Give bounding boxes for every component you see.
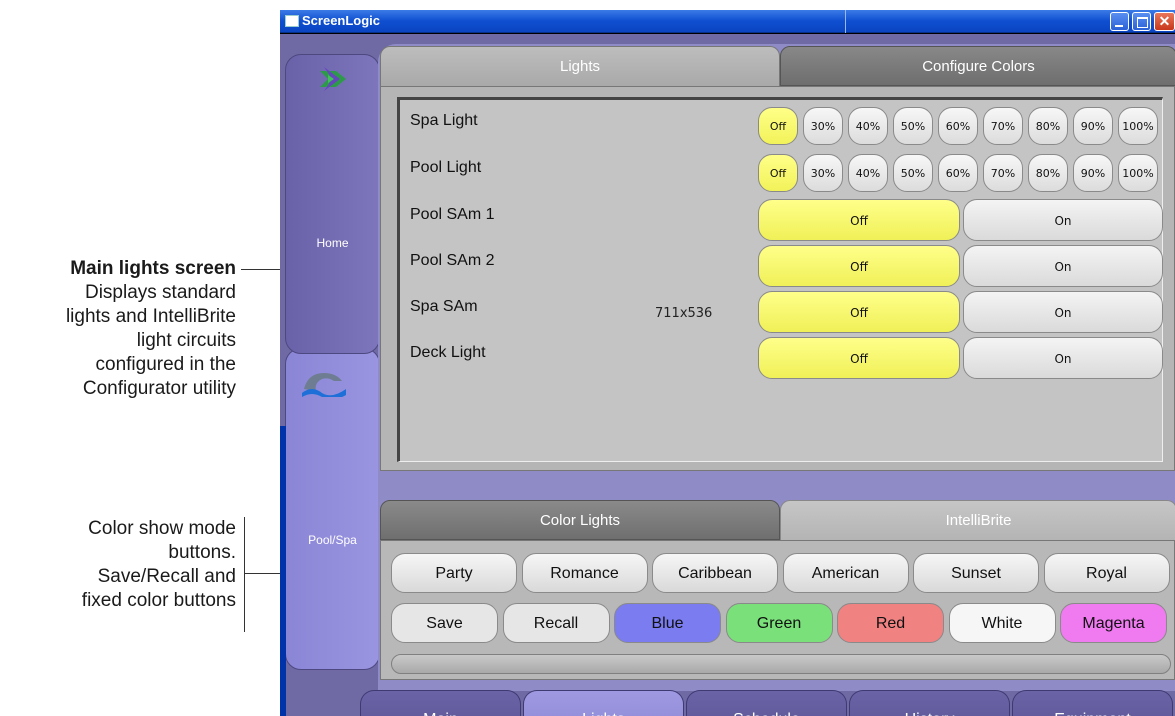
dimmer-button-off[interactable]: Off [758, 107, 798, 145]
tab-lights[interactable]: Lights [380, 46, 780, 86]
lights-panel: 711x536 Spa Light Off 30% 40% 50% 60% 70% 80% 90… [380, 86, 1175, 471]
annotation-line: buttons. [168, 542, 236, 563]
color-button-recall[interactable]: Recall [502, 603, 610, 643]
side-tab-label: Home [316, 236, 349, 250]
color-buttons-panel: Party Romance Caribbean American Sunset Royal… [380, 540, 1175, 680]
show-mode-button-party[interactable]: Party [391, 553, 517, 593]
app-icon [285, 15, 299, 27]
tab-configure-colors[interactable]: Configure Colors [780, 46, 1175, 86]
dimmer-button-80[interactable]: 80% [1028, 107, 1068, 145]
side-tab-home[interactable]: Home [285, 54, 380, 354]
nav-tab-schedule[interactable]: Schedule [686, 690, 847, 716]
light-name: Spa Light [410, 112, 478, 129]
dimmer-button-100[interactable]: 100% [1118, 107, 1158, 145]
home-arrow-icon [320, 67, 346, 91]
light-name: Pool SAm 1 [410, 206, 495, 223]
minimize-icon[interactable] [1110, 12, 1129, 31]
annotation-line: fixed color buttons [81, 590, 236, 611]
on-button[interactable]: On [963, 245, 1163, 287]
dimmer-button-40[interactable]: 40% [848, 154, 888, 192]
light-name: Spa SAm [410, 298, 478, 315]
show-mode-button-american[interactable]: American [782, 553, 909, 593]
side-tab-label: Pool/Spa [308, 533, 357, 547]
off-button[interactable]: Off [758, 291, 960, 333]
dimmer-button-off[interactable]: Off [758, 154, 798, 192]
tab-intellibrite[interactable]: IntelliBrite [780, 500, 1175, 540]
annotation-line: lights and IntelliBrite [65, 306, 236, 327]
nav-tab-history[interactable]: History [849, 690, 1010, 716]
on-button[interactable]: On [963, 291, 1163, 333]
dimmer-button-80[interactable]: 80% [1028, 154, 1068, 192]
color-button-save[interactable]: Save [391, 603, 498, 643]
dimension-label: 711x536 [655, 306, 713, 321]
color-button-green[interactable]: Green [725, 603, 833, 643]
annotation-line: light circuits [136, 330, 236, 351]
maximize-icon[interactable] [1132, 12, 1151, 31]
bottom-nav: MainLightsScheduleHistoryEquipment [360, 690, 1175, 716]
color-button-white[interactable]: White [948, 603, 1056, 643]
off-button[interactable]: Off [758, 199, 960, 241]
dimmer-button-30[interactable]: 30% [803, 154, 843, 192]
close-icon[interactable]: ✕ [1154, 12, 1175, 31]
color-button-red[interactable]: Red [837, 603, 944, 643]
on-button[interactable]: On [963, 199, 1163, 241]
app-body: Pool/Spa Home Lights Configure Colors 71… [280, 34, 1175, 716]
light-name: Deck Light [410, 344, 486, 361]
nav-tab-lights[interactable]: Lights [523, 690, 684, 716]
tab-color-lights[interactable]: Color Lights [380, 500, 780, 540]
annotation-line: Configurator utility [82, 378, 236, 399]
annotation-line: Save/Recall and [97, 566, 236, 587]
color-button-blue[interactable]: Blue [614, 603, 721, 643]
show-mode-button-caribbean[interactable]: Caribbean [652, 553, 778, 593]
dimmer-button-90[interactable]: 90% [1073, 107, 1113, 145]
dimmer-button-30[interactable]: 30% [803, 107, 843, 145]
window-edge [280, 426, 286, 716]
annotation-line: Color show mode [88, 518, 236, 539]
show-mode-button-royal[interactable]: Royal [1043, 553, 1170, 593]
light-name: Pool SAm 2 [410, 252, 495, 269]
off-button[interactable]: Off [758, 245, 960, 287]
dimmer-button-50[interactable]: 50% [893, 107, 933, 145]
nav-tab-equipment[interactable]: Equipment [1012, 690, 1173, 716]
dimmer-button-60[interactable]: 60% [938, 154, 978, 192]
window-title: ScreenLogic [302, 13, 381, 28]
nav-tab-main[interactable]: Main [360, 690, 521, 716]
title-separator [845, 10, 846, 33]
show-mode-button-romance[interactable]: Romance [521, 553, 648, 593]
dimmer-button-70[interactable]: 70% [983, 107, 1023, 145]
color-buttons-annotation: Color show mode buttons. Save/Recall and… [0, 517, 236, 613]
show-mode-button-sunset[interactable]: Sunset [913, 553, 1039, 593]
light-name: Pool Light [410, 159, 482, 176]
title-bar[interactable]: ScreenLogic ✕ [280, 10, 1175, 33]
annotation-line: configured in the [95, 354, 237, 375]
annotation-bracket [244, 517, 245, 632]
off-button[interactable]: Off [758, 337, 960, 379]
color-button-magenta[interactable]: Magenta [1060, 603, 1167, 643]
light-list: 711x536 Spa Light Off 30% 40% 50% 60% 70% 80% 90… [397, 97, 1163, 462]
dimmer-button-40[interactable]: 40% [848, 107, 888, 145]
annotation-line: Displays standard [84, 282, 236, 303]
dimmer-button-100[interactable]: 100% [1118, 154, 1158, 192]
pool-wave-icon [302, 373, 346, 397]
dimmer-button-90[interactable]: 90% [1073, 154, 1113, 192]
dimmer-button-60[interactable]: 60% [938, 107, 978, 145]
on-button[interactable]: On [963, 337, 1163, 379]
lights-screen-annotation: Main lights screen Displays standard lig… [0, 257, 236, 401]
horizontal-scrollbar[interactable] [391, 654, 1171, 674]
dimmer-button-50[interactable]: 50% [893, 154, 933, 192]
side-tab-pool-spa[interactable]: Pool/Spa [285, 348, 380, 670]
app-window: ScreenLogic ✕ Pool/Spa Home Lights Confi… [280, 10, 1175, 716]
dimmer-button-70[interactable]: 70% [983, 154, 1023, 192]
annotation-title: Main lights screen [70, 258, 236, 279]
